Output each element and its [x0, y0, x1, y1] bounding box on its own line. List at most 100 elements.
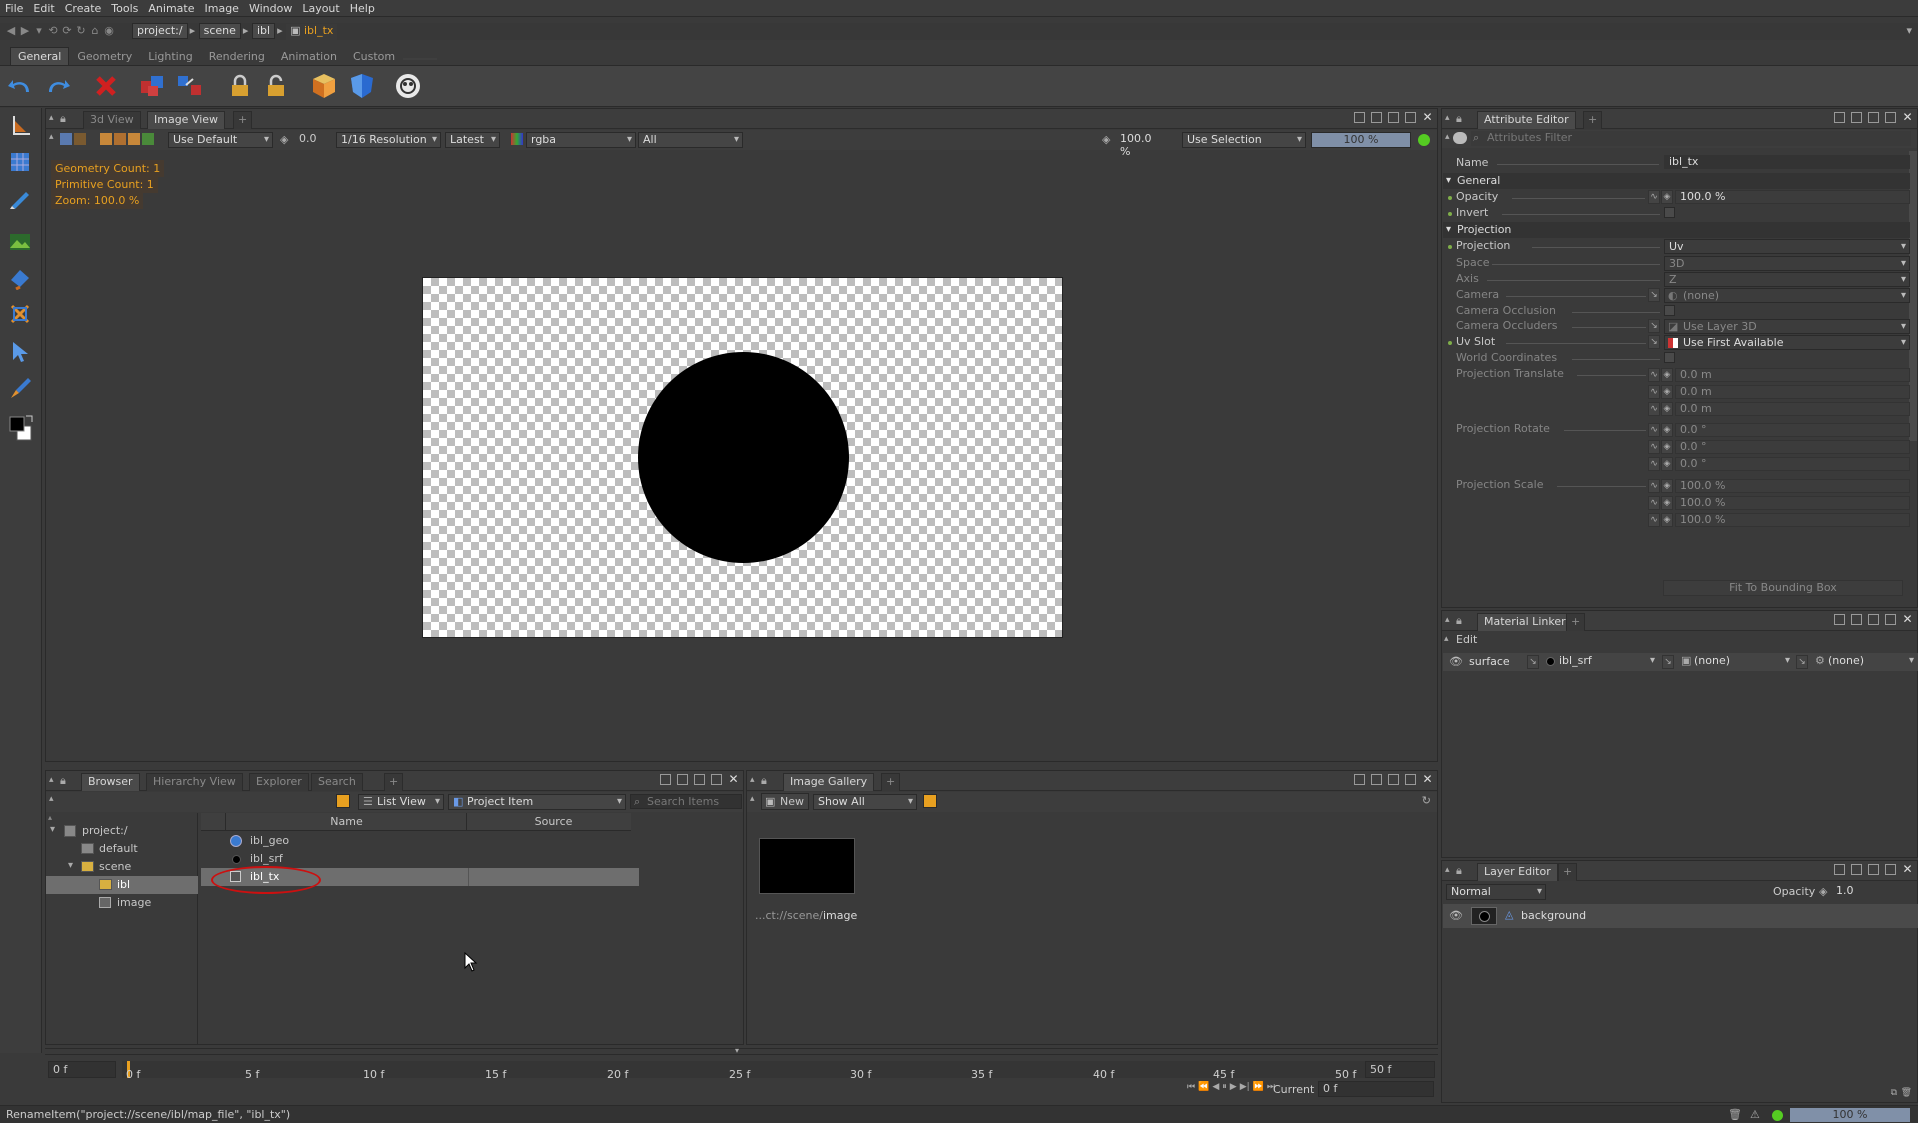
- link-icon[interactable]: ◈: [1661, 385, 1673, 399]
- slot2-select[interactable]: ▣ (none): [1678, 654, 1793, 670]
- tab-lighting[interactable]: Lighting: [140, 47, 200, 66]
- scale-y-field[interactable]: 100.0 %: [1675, 496, 1910, 510]
- name-field[interactable]: ibl_tx: [1664, 155, 1910, 169]
- shield-icon[interactable]: [348, 72, 376, 100]
- color-swatch-icon[interactable]: [8, 414, 33, 441]
- curve-icon[interactable]: ∿: [1648, 479, 1660, 493]
- material-select[interactable]: ibl_srf: [1543, 654, 1658, 670]
- invert-checkbox[interactable]: [1664, 207, 1675, 218]
- show-select[interactable]: Show All: [813, 794, 917, 810]
- gallery-thumbnail[interactable]: [759, 838, 855, 894]
- crumb-ibl[interactable]: ibl: [251, 23, 276, 39]
- curve-icon[interactable]: ∿: [1648, 368, 1660, 382]
- layer-row-background[interactable]: 👁︎ ◬ background: [1443, 904, 1918, 928]
- layer-delete-icon[interactable]: 🗑︎: [1901, 1088, 1912, 1098]
- translate-z-field[interactable]: 0.0 m: [1675, 402, 1910, 416]
- image-canvas[interactable]: [422, 277, 1063, 638]
- view-mode-select[interactable]: ☰ List View: [358, 794, 444, 810]
- curve-icon[interactable]: ∿: [1648, 457, 1660, 471]
- uv-slot-select[interactable]: Use First Available: [1664, 335, 1910, 350]
- ungroup-icon[interactable]: [176, 72, 204, 100]
- split-3-icon[interactable]: [1388, 774, 1399, 785]
- split-h-icon[interactable]: [1834, 112, 1845, 123]
- add-tab-button[interactable]: +: [1566, 613, 1586, 631]
- checker-icon[interactable]: [74, 133, 86, 145]
- crumb-project[interactable]: project:/: [132, 23, 188, 39]
- split-3-icon[interactable]: [1868, 864, 1879, 875]
- split-h-icon[interactable]: [1354, 112, 1365, 123]
- tab-attribute-editor[interactable]: Attribute Editor: [1477, 111, 1576, 129]
- pen-tool-icon[interactable]: [8, 186, 32, 210]
- link-icon[interactable]: ◈: [1661, 368, 1673, 382]
- tab-search[interactable]: Search: [311, 773, 363, 791]
- channel-select[interactable]: rgba: [526, 132, 636, 148]
- tree-item-ibl[interactable]: ibl: [46, 876, 198, 894]
- gallery-options-icon[interactable]: [923, 794, 937, 808]
- forward-icon[interactable]: ▶: [18, 24, 32, 37]
- curve-icon[interactable]: ∿: [1648, 402, 1660, 416]
- link-icon[interactable]: ◈: [1661, 496, 1673, 510]
- tab-rendering[interactable]: Rendering: [201, 47, 273, 66]
- menu-animate[interactable]: Animate: [143, 0, 199, 17]
- attributes-filter-input[interactable]: ⌕ Attributes Filter: [1471, 131, 1911, 146]
- pick-icon[interactable]: ↘: [1527, 655, 1539, 669]
- scale-z-field[interactable]: 100.0 %: [1675, 513, 1910, 527]
- rotate-x-field[interactable]: 0.0 °: [1675, 423, 1910, 437]
- split-3-icon[interactable]: [1868, 614, 1879, 625]
- tab-3d-view[interactable]: 3d View: [83, 111, 141, 129]
- maximize-icon[interactable]: [1405, 112, 1416, 123]
- collapse-icon[interactable]: ▴: [49, 775, 54, 785]
- pick-icon[interactable]: ↘: [1796, 655, 1808, 669]
- toolbar-collapse-icon[interactable]: ▴: [1445, 132, 1450, 142]
- crumb-scene[interactable]: scene: [198, 23, 241, 39]
- render-icon[interactable]: [394, 72, 422, 100]
- pick-icon[interactable]: ↘: [1648, 319, 1660, 333]
- split-h-icon[interactable]: [1834, 614, 1845, 625]
- tab-hierarchy-view[interactable]: Hierarchy View: [146, 773, 243, 791]
- start-frame-field[interactable]: 0 f: [48, 1061, 116, 1078]
- zoom-field[interactable]: 100.0 %: [1116, 132, 1166, 158]
- material-link-row[interactable]: 👁︎ surface ↘ ibl_srf ↘ ▣(none) ↘ ⚙(none): [1443, 653, 1918, 671]
- lock-icon[interactable]: [226, 72, 254, 100]
- link-icon[interactable]: ◈: [1661, 440, 1673, 454]
- translate-x-field[interactable]: 0.0 m: [1675, 368, 1910, 382]
- add-tab-button[interactable]: +: [1583, 111, 1603, 129]
- column-name[interactable]: Name: [227, 813, 467, 831]
- maximize-icon[interactable]: [1885, 864, 1896, 875]
- tree-item-default[interactable]: default: [46, 840, 198, 858]
- channel-a-icon[interactable]: [142, 133, 154, 145]
- tab-custom[interactable]: Custom: [345, 47, 403, 66]
- refresh-icon[interactable]: ↻: [1422, 794, 1431, 807]
- pane-lock-icon[interactable]: 🔒︎: [60, 112, 66, 126]
- split-v-icon[interactable]: [677, 774, 688, 785]
- rotate-z-field[interactable]: 0.0 °: [1675, 457, 1910, 471]
- opacity-field[interactable]: 100.0 %: [1675, 190, 1910, 204]
- tab-geometry[interactable]: Geometry: [69, 47, 140, 66]
- camera-occlusion-checkbox[interactable]: [1664, 305, 1675, 316]
- curve-icon[interactable]: ∿: [1648, 496, 1660, 510]
- curve-icon[interactable]: ∿: [1648, 385, 1660, 399]
- delete-icon[interactable]: [92, 72, 120, 100]
- preset-select[interactable]: Use Default: [168, 132, 273, 148]
- home-icon[interactable]: ⌂: [88, 24, 102, 37]
- tree-item-scene[interactable]: ▾ scene: [46, 858, 198, 876]
- tab-image-gallery[interactable]: Image Gallery: [783, 773, 875, 791]
- close-icon[interactable]: ✕: [1902, 613, 1913, 625]
- pick-icon[interactable]: ↘: [1648, 335, 1660, 349]
- link-icon[interactable]: ◈: [1661, 513, 1673, 527]
- expand-icon[interactable]: ▾: [50, 824, 55, 835]
- play-icon[interactable]: ▶: [1230, 1082, 1237, 1098]
- image-tool-icon[interactable]: [8, 230, 32, 254]
- collapse-icon[interactable]: ▴: [1445, 615, 1450, 625]
- space-select[interactable]: 3D: [1664, 256, 1910, 271]
- link-icon[interactable]: ◈: [1661, 479, 1673, 493]
- menu-edit[interactable]: Edit: [28, 0, 59, 17]
- brush-tool-icon[interactable]: [8, 376, 32, 400]
- redo-icon[interactable]: [44, 72, 72, 100]
- tab-image-view[interactable]: Image View: [147, 111, 226, 129]
- collapse-icon[interactable]: ▴: [49, 113, 54, 123]
- timeline-ruler[interactable]: [122, 1061, 1380, 1078]
- blend-mode-select[interactable]: Normal: [1446, 884, 1546, 900]
- add-tab-button[interactable]: +: [1558, 863, 1578, 881]
- new-button[interactable]: ▣ New: [761, 793, 809, 810]
